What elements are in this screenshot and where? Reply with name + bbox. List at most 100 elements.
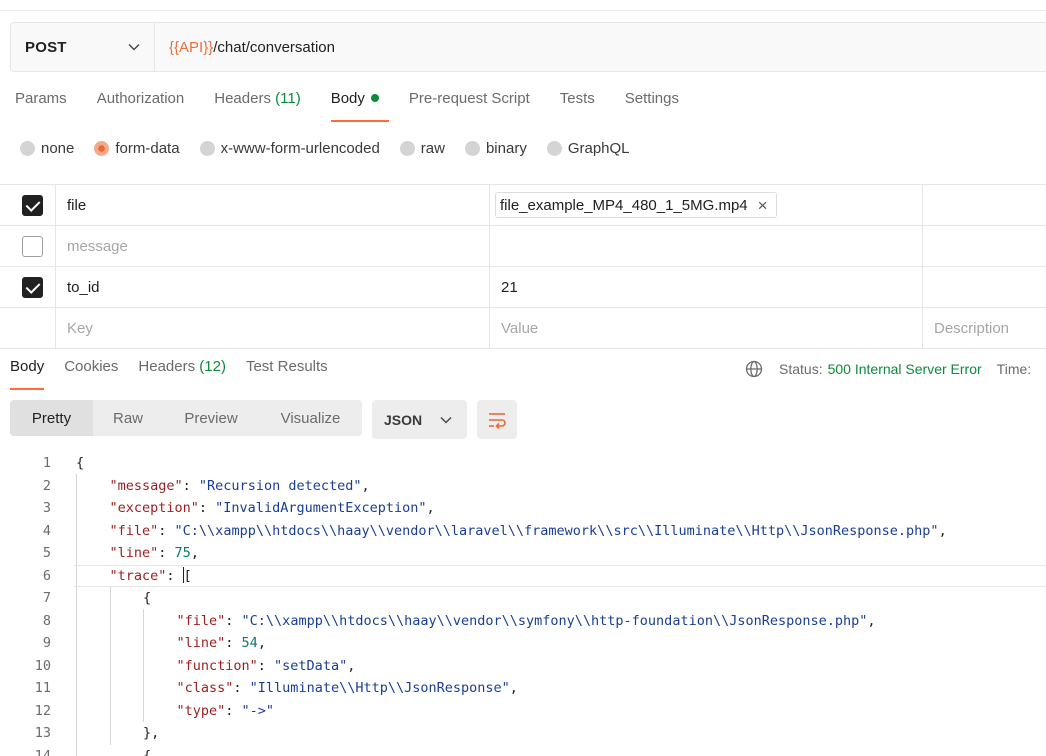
response-code-viewer[interactable]: 1{2 "message": "Recursion detected", 3 "exc… <box>0 452 1046 756</box>
key-cell[interactable]: to_id <box>56 267 490 307</box>
code-text: "trace": [ <box>109 566 192 584</box>
code-text: { <box>143 590 152 606</box>
tab-tests[interactable]: Tests <box>560 90 595 122</box>
description-cell[interactable] <box>923 226 1046 266</box>
method-label: POST <box>25 38 67 56</box>
row-checkbox[interactable] <box>22 276 43 298</box>
new-value-input[interactable]: Value <box>490 308 923 348</box>
tab-params[interactable]: Params <box>15 90 67 122</box>
code-line: 8 "file": "C:\\xampp\\htdocs\\haay\\vendo… <box>0 610 1046 633</box>
new-key-input[interactable]: Key <box>56 308 490 348</box>
code-text: "file": "C:\\xampp\\htdocs\\haay\\vendor… <box>176 612 876 629</box>
status-value[interactable]: 500 Internal Server Error <box>828 361 982 377</box>
code-line: 6 "trace": [ <box>0 564 1046 588</box>
table-row: file file_example_MP4_480_1_5MG.mp4 × <box>0 185 1046 226</box>
code-line: 2 "message": "Recursion detected", <box>0 475 1046 498</box>
row-check-cell <box>0 267 56 307</box>
tab-body[interactable]: Body <box>330 90 390 122</box>
radio-circle-icon <box>546 140 562 156</box>
line-number: 5 <box>42 545 51 561</box>
code-text: "file": "C:\\xampp\\htdocs\\haay\\vendor… <box>109 522 947 539</box>
tab-cookies[interactable]: Cookies <box>64 358 118 390</box>
radio-label: raw <box>420 139 445 157</box>
table-row: to_id 21 <box>0 267 1046 308</box>
line-number: 2 <box>42 477 51 494</box>
code-text: "type": "->" <box>176 702 275 719</box>
url-variable: {{API}} <box>169 38 214 56</box>
code-line: 5 "line": 75, <box>0 542 1046 565</box>
method-select[interactable]: POST <box>11 23 155 71</box>
tab-label: Test Results <box>245 358 328 375</box>
line-number: 13 <box>34 725 51 741</box>
key-text: to_id <box>67 278 100 296</box>
tab-response-headers[interactable]: Headers (12) <box>138 358 226 390</box>
line-number: 14 <box>34 747 51 756</box>
radio-none[interactable]: none <box>20 140 74 157</box>
code-line: 10 "function": "setData", <box>0 655 1046 678</box>
url-input[interactable]: {{API}}/chat/conversation <box>155 39 335 56</box>
value-cell[interactable] <box>490 226 923 266</box>
code-line: 3 "exception": "InvalidArgumentException"… <box>0 497 1046 520</box>
key-text: message <box>67 237 128 255</box>
radio-circle-icon <box>199 140 215 156</box>
code-text: "line": 54, <box>176 635 266 651</box>
code-text: "line": 75, <box>109 545 199 561</box>
format-select[interactable]: JSON <box>372 400 467 439</box>
file-name: file_example_MP4_480_1_5MG.mp4 <box>500 196 748 214</box>
view-pretty-button[interactable]: Pretty <box>10 400 93 436</box>
description-cell[interactable] <box>923 267 1046 307</box>
line-number: 8 <box>42 612 51 629</box>
tab-settings[interactable]: Settings <box>625 90 679 122</box>
response-tabs: Body Cookies Headers (12) Test Results <box>10 358 348 390</box>
radio-label: x-www-form-urlencoded <box>220 139 380 157</box>
radio-binary[interactable]: binary <box>464 140 527 157</box>
wrap-lines-button[interactable] <box>477 400 517 439</box>
description-cell[interactable] <box>923 185 1046 225</box>
format-label: JSON <box>384 411 423 428</box>
radio-graphql[interactable]: GraphQL <box>546 139 630 157</box>
body-active-dot-icon <box>370 94 379 102</box>
key-cell[interactable]: file <box>56 185 490 225</box>
radio-raw[interactable]: raw <box>399 139 445 157</box>
code-line: 9 "line": 54, <box>0 632 1046 655</box>
chevron-down-icon <box>440 416 452 424</box>
new-description-input[interactable]: Description <box>923 308 1046 348</box>
row-checkbox[interactable] <box>22 194 43 216</box>
radio-circle-icon <box>464 140 480 156</box>
tab-label: Tests <box>559 90 595 107</box>
view-visualize-button[interactable]: Visualize <box>259 400 362 436</box>
tab-pre-request-script[interactable]: Pre-request Script <box>409 90 530 122</box>
close-icon[interactable]: × <box>758 197 768 214</box>
row-check-cell <box>0 185 56 225</box>
view-preview-button[interactable]: Preview <box>163 400 259 436</box>
key-cell[interactable]: message <box>56 226 490 266</box>
tab-label: Body <box>10 358 45 375</box>
radio-form-data[interactable]: form-data <box>94 140 180 157</box>
row-checkbox[interactable] <box>22 235 43 257</box>
tab-response-body[interactable]: Body <box>10 358 45 390</box>
radio-label: GraphQL <box>567 139 630 157</box>
table-row: message <box>0 226 1046 267</box>
headers-count: (12) <box>199 358 226 375</box>
tab-test-results[interactable]: Test Results <box>246 358 328 390</box>
view-raw-button[interactable]: Raw <box>93 400 163 436</box>
globe-icon[interactable] <box>745 360 763 378</box>
value-cell[interactable]: file_example_MP4_480_1_5MG.mp4 × <box>490 185 923 225</box>
tab-label: Headers <box>214 90 271 107</box>
tab-authorization[interactable]: Authorization <box>97 90 185 122</box>
wrap-lines-icon <box>489 412 506 429</box>
form-data-table: file file_example_MP4_480_1_5MG.mp4 × mes… <box>0 184 1046 349</box>
radio-x-www-form-urlencoded[interactable]: x-www-form-urlencoded <box>199 139 380 157</box>
code-text: { <box>143 747 152 756</box>
radio-circle-icon <box>20 140 35 156</box>
code-text: "function": "setData", <box>176 657 356 674</box>
tab-label: Body <box>330 90 365 107</box>
tab-headers[interactable]: Headers (11) <box>214 90 300 122</box>
status-label: Status: <box>779 361 823 377</box>
response-status: Status: 500 Internal Server Error Time: <box>745 358 1031 380</box>
description-placeholder: Description <box>934 319 1010 337</box>
code-text: "exception": "InvalidArgumentException", <box>109 500 435 516</box>
code-line: 7{ <box>0 587 1046 610</box>
radio-selected-icon <box>94 140 110 156</box>
value-cell[interactable]: 21 <box>490 267 923 307</box>
